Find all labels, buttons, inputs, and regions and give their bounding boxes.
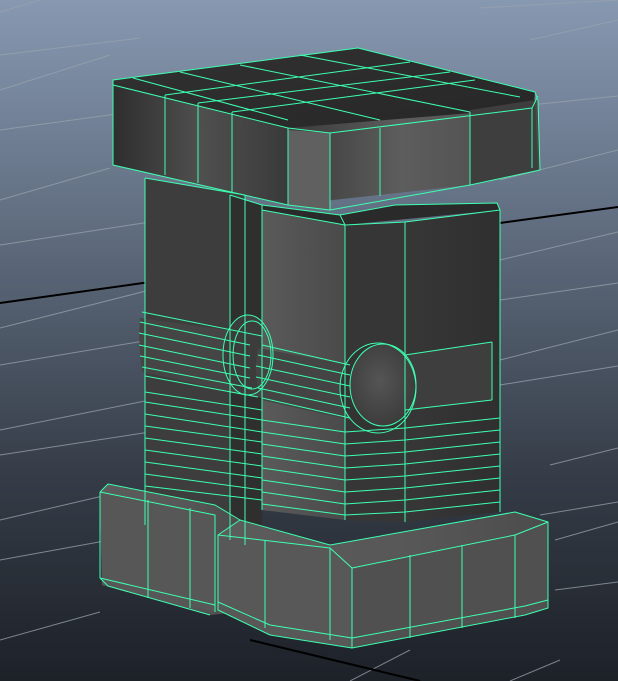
3d-viewport[interactable] [0, 0, 618, 681]
pillar-model[interactable] [99, 47, 549, 649]
